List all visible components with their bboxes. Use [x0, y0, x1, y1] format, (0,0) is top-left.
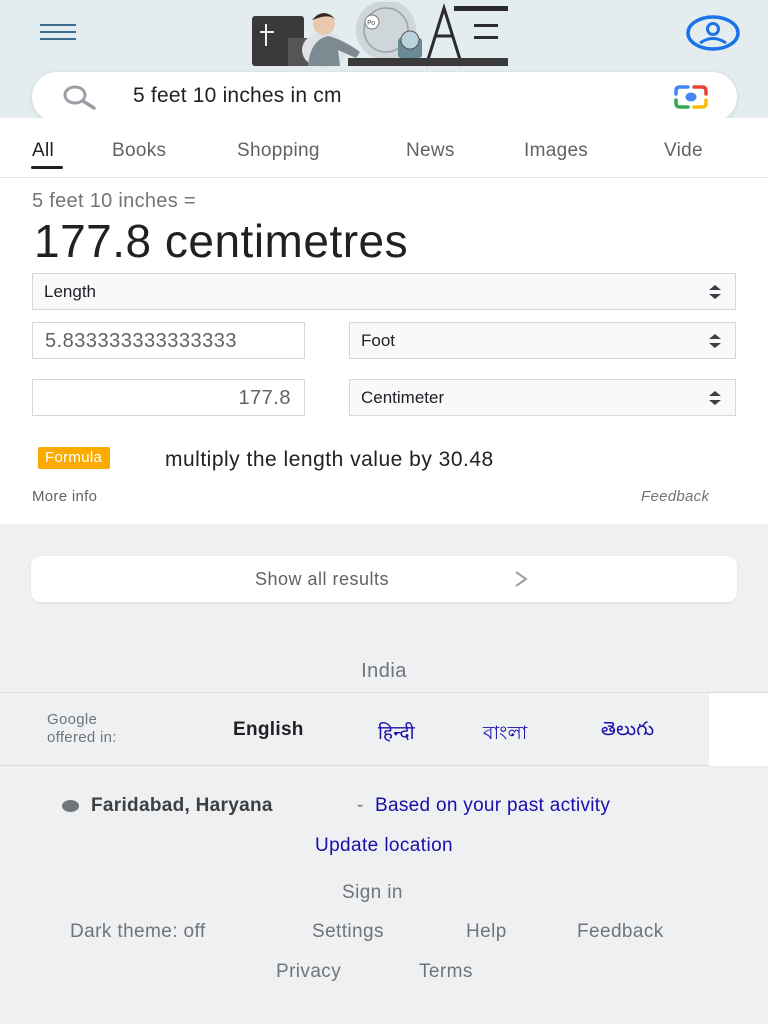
output-unit-select[interactable]: Centimeter [349, 379, 736, 416]
language-row: Google offered in: English हिन्दी বাংলা … [0, 692, 768, 766]
location-separator: - [357, 795, 364, 816]
tab-books[interactable]: Books [112, 140, 166, 162]
active-tab-indicator [31, 166, 63, 169]
tab-shopping[interactable]: Shopping [237, 140, 320, 162]
offered-in-line-2: offered in: [47, 729, 117, 746]
location-dot-icon [62, 800, 79, 812]
formula-text: multiply the length value by 30.48 [165, 448, 494, 471]
show-all-results-label: Show all results [255, 569, 390, 589]
input-unit-select[interactable]: Foot [349, 322, 736, 359]
language-english[interactable]: English [233, 719, 304, 741]
output-unit-value: Centimeter [361, 388, 445, 407]
output-value-field[interactable]: 177.8 [32, 379, 305, 416]
language-hindi[interactable]: हिन्दी [378, 719, 415, 745]
google-doodle-image[interactable]: Po [248, 2, 510, 68]
more-info-link[interactable]: More info [32, 488, 97, 505]
select-arrows-icon [709, 391, 721, 405]
select-arrows-icon [709, 285, 721, 299]
feedback-link[interactable]: Feedback [641, 488, 709, 505]
help-link[interactable]: Help [466, 921, 507, 943]
language-bengali[interactable]: বাংলা [483, 719, 528, 751]
search-bar[interactable]: 5 feet 10 inches in cm [32, 72, 737, 122]
hamburger-menu-icon[interactable] [40, 24, 78, 46]
unit-type-select[interactable]: Length [32, 273, 736, 310]
results-panel: All Books Shopping News Images Vide 5 fe… [0, 118, 768, 524]
footer-feedback-link[interactable]: Feedback [577, 921, 664, 943]
footer-country: India [361, 660, 407, 682]
update-location-row: Update location [0, 835, 768, 857]
formula-badge: Formula [38, 447, 111, 469]
google-lens-camera-icon[interactable] [670, 84, 712, 110]
sign-in-link[interactable]: Sign in [342, 882, 403, 904]
svg-text:Po: Po [367, 19, 375, 27]
conversion-result: 177.8 centimetres [34, 215, 409, 267]
tab-videos[interactable]: Vide [664, 140, 703, 162]
select-arrows-icon [709, 334, 721, 348]
privacy-link[interactable]: Privacy [276, 961, 341, 983]
search-query-text[interactable]: 5 feet 10 inches in cm [133, 84, 342, 108]
tab-all[interactable]: All [32, 140, 54, 162]
dark-theme-toggle[interactable]: Dark theme: off [70, 921, 206, 943]
terms-link[interactable]: Terms [419, 961, 473, 983]
language-row-edge [709, 693, 768, 766]
show-all-results-button[interactable]: Show all results [31, 556, 737, 602]
input-value: 5.833333333333333 [45, 330, 238, 352]
output-value: 177.8 [238, 387, 291, 409]
offered-in-label: Google offered in: [47, 711, 117, 747]
chevron-right-icon [515, 571, 528, 587]
offered-in-line-1: Google [47, 711, 98, 728]
location-city: Faridabad, Haryana [91, 795, 273, 816]
account-circle-icon[interactable] [686, 14, 740, 52]
location-basis-link[interactable]: Based on your past activity [375, 795, 610, 817]
unit-type-value: Length [44, 282, 96, 301]
search-icon[interactable] [60, 84, 100, 110]
language-telugu[interactable]: తెలుగు [601, 719, 654, 745]
settings-link[interactable]: Settings [312, 921, 384, 943]
conversion-equation: 5 feet 10 inches = [32, 190, 196, 212]
search-tabs: All Books Shopping News Images Vide [0, 118, 768, 178]
tab-news[interactable]: News [406, 140, 455, 162]
input-unit-value: Foot [361, 331, 396, 350]
input-value-field[interactable]: 5.833333333333333 [32, 322, 305, 359]
tab-images[interactable]: Images [524, 140, 588, 162]
update-location-link[interactable]: Update location [315, 835, 453, 856]
